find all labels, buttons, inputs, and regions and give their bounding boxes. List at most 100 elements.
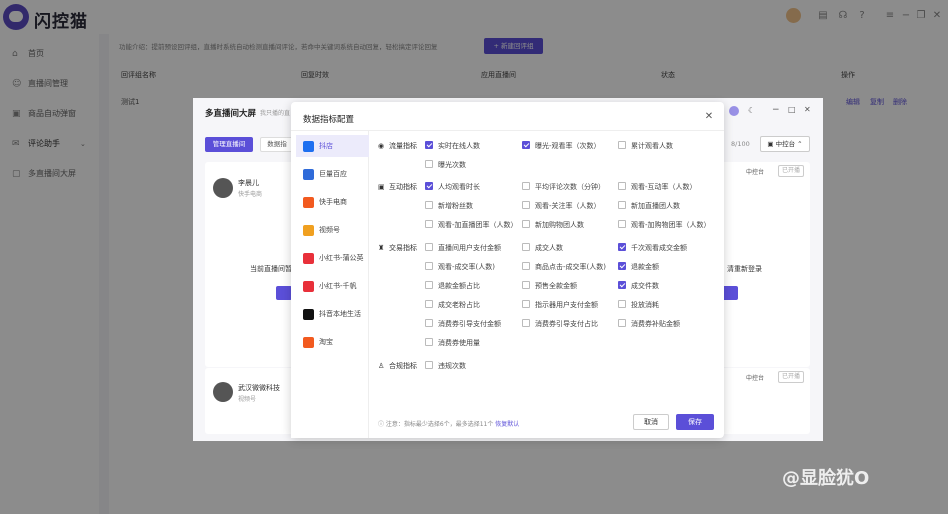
unchecked-icon[interactable] — [522, 319, 530, 327]
metric-checkbox[interactable]: 指示器用户支付金额 — [522, 300, 598, 310]
metric-checkbox[interactable]: 违规次数 — [425, 361, 466, 371]
metric-checkbox[interactable]: 曝光次数 — [425, 160, 466, 170]
metric-checkbox[interactable]: 曝光-观看率（次数） — [522, 141, 601, 151]
win-close-icon[interactable]: ✕ — [804, 105, 811, 114]
card-control-label[interactable]: 中控台 — [746, 373, 764, 382]
unchecked-icon[interactable] — [425, 281, 433, 289]
status-badge: 已开播 — [778, 165, 804, 177]
window-subtitle: 我只播的直 — [260, 110, 291, 117]
unchecked-icon[interactable] — [618, 182, 626, 190]
metric-checkbox[interactable]: 退款金额占比 — [425, 281, 480, 291]
win-minimize-icon[interactable]: − — [772, 105, 780, 115]
metric-checkbox[interactable]: 消费券引导支付金额 — [425, 319, 501, 329]
unchecked-icon[interactable] — [522, 281, 530, 289]
relogin-button[interactable] — [722, 286, 738, 300]
platform-item[interactable]: 抖音本地生活 — [296, 303, 369, 325]
unchecked-icon[interactable] — [425, 361, 433, 369]
unchecked-icon[interactable] — [522, 201, 530, 209]
metric-checkbox[interactable]: 实时在线人数 — [425, 141, 480, 151]
category-label: ♜ 交易指标 — [378, 244, 417, 252]
close-icon[interactable]: ✕ — [703, 111, 715, 123]
modal-title: 数据指标配置 — [303, 115, 355, 125]
unchecked-icon[interactable] — [425, 262, 433, 270]
metric-checkbox[interactable]: 直播间用户支付金额 — [425, 243, 501, 253]
metric-checkbox[interactable]: 新加直播团人数 — [618, 201, 680, 211]
unchecked-icon[interactable] — [618, 220, 626, 228]
unchecked-icon[interactable] — [618, 141, 626, 149]
unchecked-icon[interactable] — [425, 243, 433, 251]
unchecked-icon[interactable] — [425, 300, 433, 308]
checked-icon[interactable] — [425, 182, 433, 190]
room-name: 武汉微微科技 — [238, 384, 280, 392]
metric-checkbox[interactable]: 观看-关注率（人数） — [522, 201, 601, 211]
metric-checkbox[interactable]: 消费券引导支付占比 — [522, 319, 598, 329]
platform-item[interactable]: 快手电商 — [296, 191, 369, 213]
metric-checkbox[interactable]: 成交人数 — [522, 243, 563, 253]
checked-icon[interactable] — [618, 262, 626, 270]
metric-checkbox[interactable]: 消费券使用量 — [425, 338, 480, 348]
room-source: 视频号 — [238, 396, 257, 403]
platform-item[interactable]: 抖店 — [296, 135, 369, 157]
unchecked-icon[interactable] — [522, 220, 530, 228]
metric-checkbox[interactable]: 成交老粉占比 — [425, 300, 480, 310]
unchecked-icon[interactable] — [425, 338, 433, 346]
metric-checkbox[interactable]: 新加购物团人数 — [522, 220, 584, 230]
metric-checkbox[interactable]: 成交件数 — [618, 281, 659, 291]
card-control-label[interactable]: 中控台 — [746, 167, 764, 176]
checked-icon[interactable] — [618, 281, 626, 289]
traffic-icon: ◉ — [378, 142, 385, 150]
save-button[interactable]: 保存 — [676, 414, 714, 430]
platform-item[interactable]: 淘宝 — [296, 331, 369, 353]
unchecked-icon[interactable] — [522, 182, 530, 190]
unchecked-icon[interactable] — [618, 201, 626, 209]
metric-checkbox[interactable]: 新增粉丝数 — [425, 201, 473, 211]
checked-icon[interactable] — [522, 141, 530, 149]
metric-checkbox[interactable]: 商品点击-成交率(人数) — [522, 262, 606, 272]
platform-item[interactable]: 小红书-千帆 — [296, 275, 369, 297]
unchecked-icon[interactable] — [425, 220, 433, 228]
metric-checkbox[interactable]: 预售全款金额 — [522, 281, 577, 291]
moon-icon[interactable]: ☾ — [748, 106, 755, 115]
checked-icon[interactable] — [425, 141, 433, 149]
platform-item[interactable]: 小红书-蒲公英 — [296, 247, 369, 269]
divider — [291, 130, 724, 131]
left-action-button[interactable] — [276, 286, 292, 300]
metric-checkbox[interactable]: 千次观看成交金额 — [618, 243, 687, 253]
unchecked-icon[interactable] — [522, 262, 530, 270]
room-count: 8/100 — [731, 140, 750, 148]
unchecked-icon[interactable] — [522, 243, 530, 251]
restore-default-link[interactable]: 恢复默认 — [495, 421, 519, 428]
platform-logo-icon — [303, 224, 314, 236]
data-metrics-button[interactable]: 数据指 — [260, 137, 294, 152]
unchecked-icon[interactable] — [618, 319, 626, 327]
checked-icon[interactable] — [618, 243, 626, 251]
platform-item[interactable]: 巨量百应 — [296, 163, 369, 185]
platform-logo-icon — [303, 336, 314, 348]
metric-checkbox[interactable]: 投放消耗 — [618, 300, 659, 310]
win-maximize-icon[interactable]: □ — [788, 105, 796, 114]
unchecked-icon[interactable] — [618, 300, 626, 308]
unchecked-icon[interactable] — [522, 300, 530, 308]
metric-checkbox[interactable]: 平均评论次数（分钟） — [522, 182, 605, 192]
metric-checkbox[interactable]: 累计观看人数 — [618, 141, 673, 151]
metric-checkbox[interactable]: 观看-互动率（人数） — [618, 182, 697, 192]
unchecked-icon[interactable] — [425, 201, 433, 209]
metric-checkbox[interactable]: 观看-成交率(人数) — [425, 262, 495, 272]
unchecked-icon[interactable] — [425, 319, 433, 327]
watermark: @显脸犹O — [782, 468, 870, 489]
window-title: 多直播间大屏 — [205, 109, 257, 119]
avatar — [213, 178, 233, 198]
metric-checkbox[interactable]: 观看-加直播团率（人数） — [425, 220, 518, 230]
unchecked-icon[interactable] — [425, 160, 433, 168]
cancel-button[interactable]: 取消 — [633, 414, 669, 430]
platform-item[interactable]: 视频号 — [296, 219, 369, 241]
relogin-text: 清重新登录 — [727, 265, 762, 273]
metric-checkbox[interactable]: 人均观看时长 — [425, 182, 480, 192]
trade-icon: ♜ — [378, 244, 385, 252]
manage-rooms-button[interactable]: 管理直播间 — [205, 137, 253, 152]
control-dropdown[interactable]: ▣ 中控台 ⌃ — [760, 136, 810, 152]
theme-icon[interactable] — [729, 106, 739, 116]
metric-checkbox[interactable]: 退款金额 — [618, 262, 659, 272]
metric-checkbox[interactable]: 观看-加购物团率（人数） — [618, 220, 711, 230]
metric-checkbox[interactable]: 消费券补贴金额 — [618, 319, 680, 329]
